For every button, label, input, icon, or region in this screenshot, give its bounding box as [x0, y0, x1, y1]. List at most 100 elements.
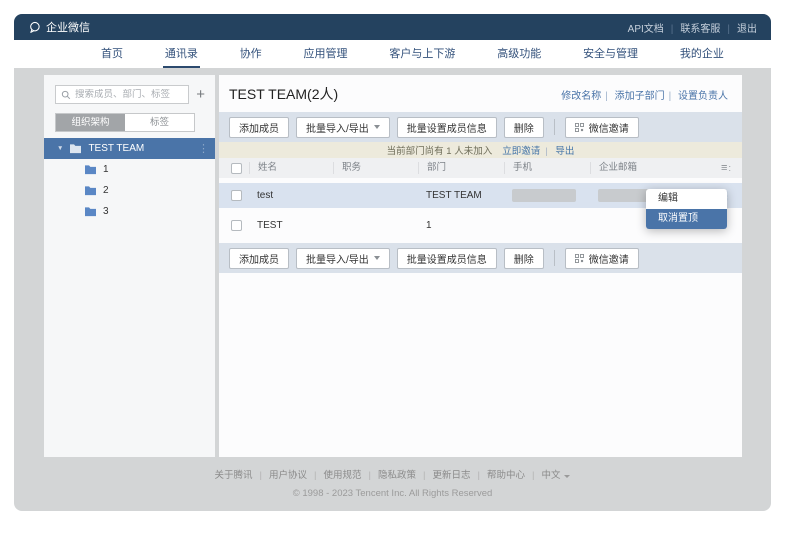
- batch-edit-button[interactable]: 批量设置成员信息: [397, 248, 497, 269]
- department-actions: 修改名称 添加子部门 设置负责人: [561, 87, 728, 102]
- language-label: 中文: [541, 470, 560, 481]
- tree-node-child-3[interactable]: 3: [44, 201, 215, 222]
- tree-node-label: TEST TEAM: [88, 143, 192, 154]
- user-agreement-link[interactable]: 用户协议: [269, 467, 323, 481]
- row-context-menu: 编辑 取消置顶: [646, 189, 727, 229]
- cell-phone: [504, 189, 590, 202]
- column-email: 企业邮箱: [590, 162, 710, 174]
- column-duty: 职务: [333, 162, 418, 174]
- wechat-invite-label: 微信邀请: [589, 251, 629, 266]
- import-export-label: 批量导入/导出: [306, 251, 369, 266]
- search-input[interactable]: [75, 89, 183, 100]
- footer-links: 关于腾讯 用户协议 使用规范 隐私政策 更新日志 帮助中心 中文: [215, 467, 571, 481]
- folder-icon: [69, 143, 82, 154]
- pending-join-notice: 当前部门尚有 1 人未加入 立即邀请 导出: [219, 142, 742, 158]
- delete-button[interactable]: 删除: [504, 248, 544, 269]
- page-title: TEST TEAM(2人): [229, 84, 338, 104]
- dropdown-caret-icon: [374, 256, 380, 260]
- about-tencent-link[interactable]: 关于腾讯: [215, 467, 269, 481]
- tree-node-label: 3: [103, 206, 109, 217]
- help-center-link[interactable]: 帮助中心: [487, 467, 541, 481]
- tree-node-child-2[interactable]: 2: [44, 180, 215, 201]
- content-header: TEST TEAM(2人) 修改名称 添加子部门 设置负责人: [219, 75, 742, 112]
- context-menu-edit[interactable]: 编辑: [646, 189, 727, 209]
- add-member-button[interactable]: 添加成员: [229, 248, 289, 269]
- cell-name: test: [249, 190, 333, 201]
- batch-edit-label: 批量设置成员信息: [407, 120, 487, 135]
- usage-policy-link[interactable]: 使用规范: [324, 467, 378, 481]
- search-icon: [61, 90, 71, 100]
- main-nav: 首页 通讯录 协作 应用管理 客户与上下游 高级功能 安全与管理 我的企业: [14, 40, 771, 68]
- dropdown-caret-icon: [374, 125, 380, 129]
- column-settings-icon[interactable]: ≡: [721, 162, 731, 174]
- delete-label: 删除: [514, 251, 534, 266]
- nav-tab-my-company[interactable]: 我的企业: [678, 40, 726, 68]
- tree-node-root[interactable]: ▼ TEST TEAM ⋮: [44, 138, 215, 159]
- nav-tab-app-management[interactable]: 应用管理: [302, 40, 350, 68]
- notice-text: 当前部门尚有 1 人未加入: [387, 143, 493, 157]
- export-link[interactable]: 导出: [555, 146, 574, 157]
- content-panel: TEST TEAM(2人) 修改名称 添加子部门 设置负责人 添加成员 批量导入…: [219, 75, 742, 457]
- app-logo-label: 企业微信: [46, 19, 90, 35]
- column-phone: 手机: [504, 162, 590, 174]
- top-header-links: API文档 联系客服 退出: [628, 20, 757, 35]
- tree-node-child-1[interactable]: 1: [44, 159, 215, 180]
- more-vertical-icon[interactable]: ⋮: [198, 142, 209, 155]
- sidebar-view-toggle: 组织架构 标签: [55, 113, 195, 132]
- notice-links: 立即邀请 导出: [502, 143, 574, 157]
- rename-link[interactable]: 修改名称: [561, 91, 612, 102]
- column-department: 部门: [418, 162, 504, 174]
- add-member-button[interactable]: 添加成员: [229, 117, 289, 138]
- nav-tab-security[interactable]: 安全与管理: [581, 40, 640, 68]
- wechat-invite-button[interactable]: 微信邀请: [565, 248, 639, 269]
- cell-name: TEST: [249, 220, 333, 231]
- folder-icon: [84, 164, 97, 175]
- contact-support-link[interactable]: 联系客服: [680, 20, 737, 35]
- copyright-text: © 1998 - 2023 Tencent Inc. All Rights Re…: [14, 488, 771, 499]
- column-name: 姓名: [249, 162, 333, 174]
- set-manager-link[interactable]: 设置负责人: [678, 91, 728, 102]
- phone-masked-value: [512, 189, 576, 202]
- header-checkbox-cell: [219, 163, 249, 174]
- import-export-button[interactable]: 批量导入/导出: [296, 248, 390, 269]
- add-department-button[interactable]: +: [196, 87, 205, 102]
- nav-tab-contacts[interactable]: 通讯录: [163, 40, 200, 68]
- changelog-link[interactable]: 更新日志: [432, 467, 486, 481]
- caret-down-icon: [564, 475, 570, 478]
- page-body: + 组织架构 标签 ▼ TEST TEAM ⋮: [14, 68, 771, 511]
- batch-edit-button[interactable]: 批量设置成员信息: [397, 117, 497, 138]
- wechat-invite-button[interactable]: 微信邀请: [565, 117, 639, 138]
- nav-tab-collaboration[interactable]: 协作: [238, 40, 264, 68]
- language-selector[interactable]: 中文: [541, 467, 570, 481]
- nav-tab-home[interactable]: 首页: [99, 40, 125, 68]
- app-logo[interactable]: 企业微信: [28, 19, 90, 35]
- batch-edit-label: 批量设置成员信息: [407, 251, 487, 266]
- tab-org-structure[interactable]: 组织架构: [56, 114, 125, 131]
- folder-icon: [84, 185, 97, 196]
- row-checkbox[interactable]: [231, 220, 242, 231]
- sidebar: + 组织架构 标签 ▼ TEST TEAM ⋮: [44, 75, 215, 457]
- import-export-button[interactable]: 批量导入/导出: [296, 117, 390, 138]
- select-all-checkbox[interactable]: [231, 163, 242, 174]
- row-checkbox[interactable]: [231, 190, 242, 201]
- nav-tab-customers[interactable]: 客户与上下游: [387, 40, 457, 68]
- sidebar-search-row: +: [55, 85, 205, 104]
- privacy-policy-link[interactable]: 隐私政策: [378, 467, 432, 481]
- nav-tab-advanced[interactable]: 高级功能: [495, 40, 543, 68]
- caret-down-icon[interactable]: ▼: [57, 145, 63, 152]
- member-toolbar-bottom: 添加成员 批量导入/导出 批量设置成员信息 删除: [219, 243, 742, 273]
- search-box[interactable]: [55, 85, 189, 104]
- logout-link[interactable]: 退出: [737, 20, 757, 35]
- api-docs-link[interactable]: API文档: [628, 20, 681, 35]
- invite-now-link[interactable]: 立即邀请: [502, 146, 552, 157]
- tree-node-label: 1: [103, 164, 109, 175]
- context-menu-cancel-pin[interactable]: 取消置顶: [646, 209, 727, 229]
- chat-bubble-icon: [28, 21, 41, 34]
- folder-icon: [84, 206, 97, 217]
- toolbar-divider: [554, 119, 555, 135]
- qr-code-icon: [575, 123, 584, 132]
- add-sub-department-link[interactable]: 添加子部门: [615, 91, 676, 102]
- delete-button[interactable]: 删除: [504, 117, 544, 138]
- tab-labels[interactable]: 标签: [125, 114, 194, 131]
- member-toolbar-top: 添加成员 批量导入/导出 批量设置成员信息 删除: [219, 112, 742, 142]
